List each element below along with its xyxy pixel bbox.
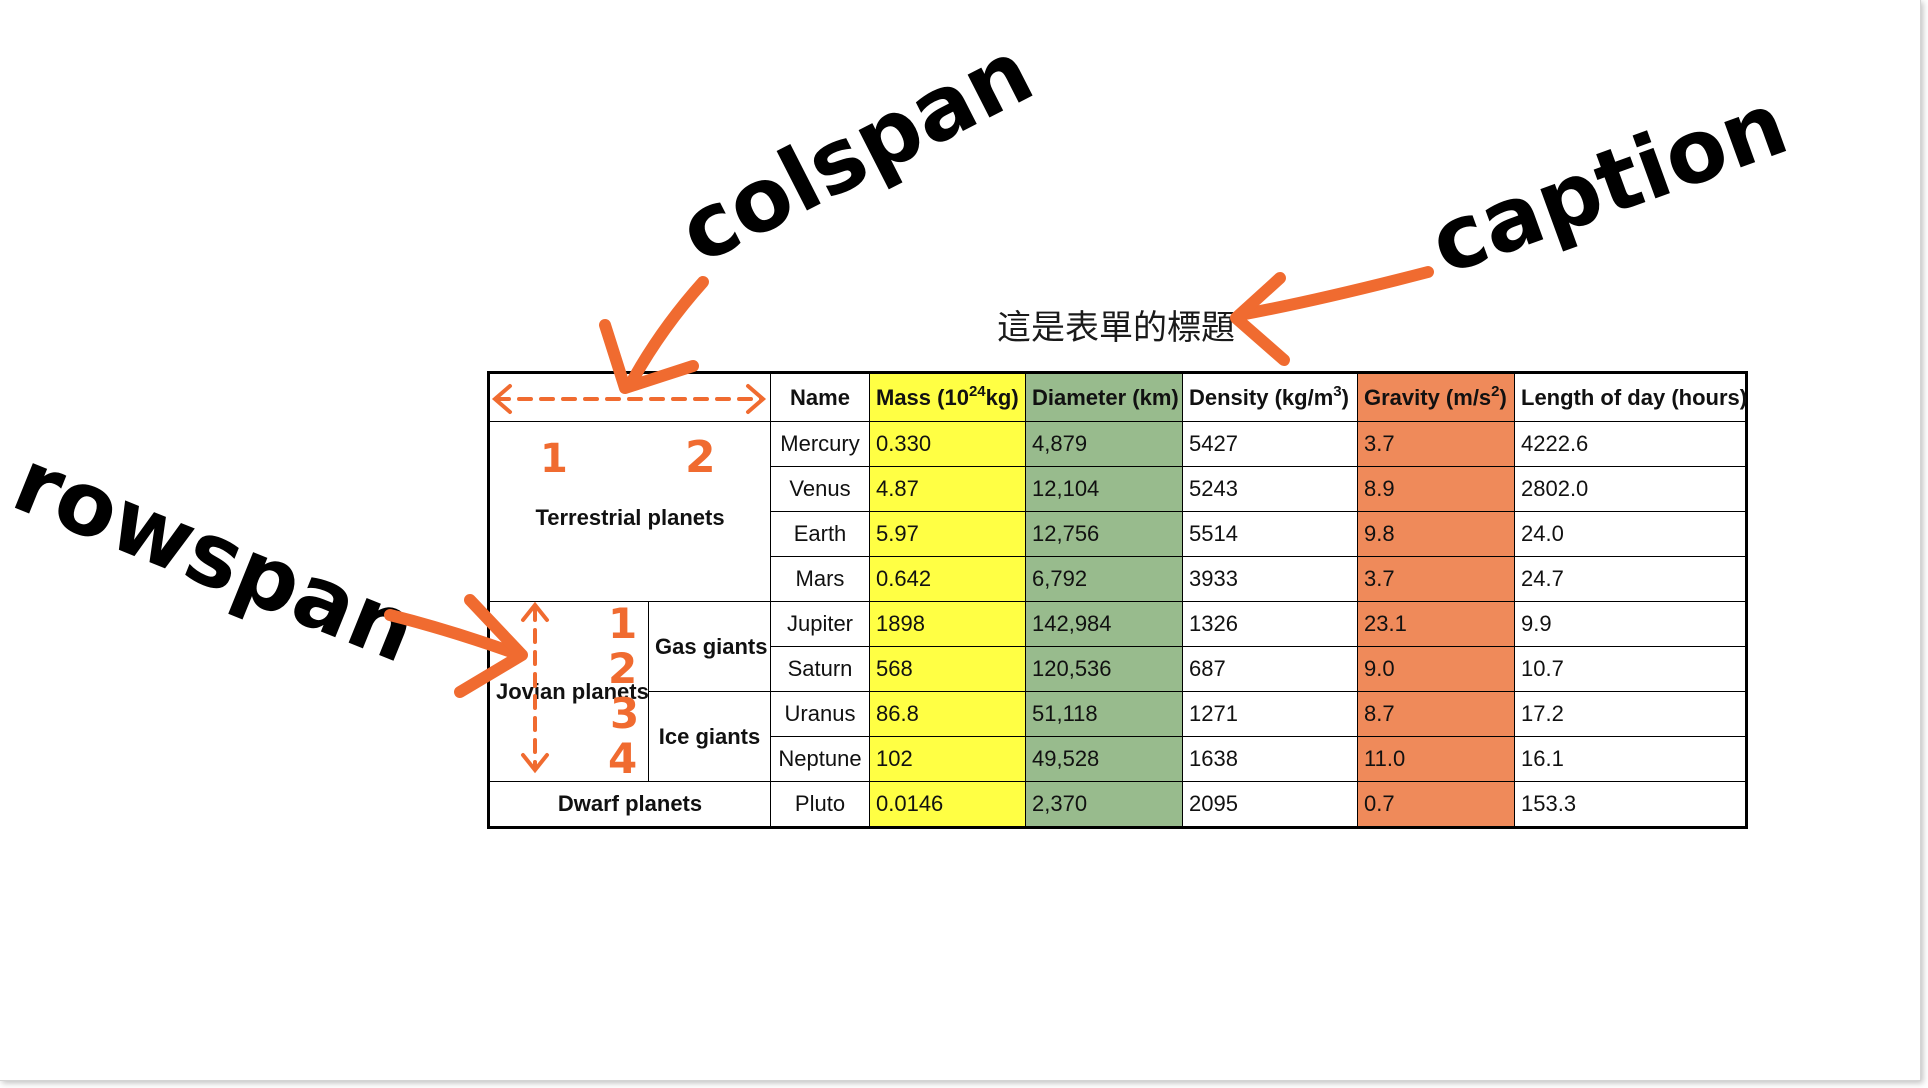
density-cell: 5427	[1182, 421, 1358, 467]
density-cell: 3933	[1182, 556, 1358, 602]
day-cell: 9.9	[1514, 601, 1747, 647]
table-caption: 這是表單的標題	[997, 308, 1235, 348]
planet-name: Jupiter	[770, 601, 870, 647]
gravity-cell: 0.7	[1357, 781, 1515, 828]
mass-cell: 86.8	[869, 691, 1026, 737]
mass-cell: 0.330	[869, 421, 1026, 467]
gravity-cell: 11.0	[1357, 736, 1515, 782]
gravity-cell: 23.1	[1357, 601, 1515, 647]
day-cell: 17.2	[1514, 691, 1747, 737]
header-density-label: Density (kg/m	[1189, 384, 1334, 410]
gravity-cell: 3.7	[1357, 556, 1515, 602]
gravity-cell: 8.7	[1357, 691, 1515, 737]
empty-header-cell	[488, 372, 771, 422]
header-gravity-end: )	[1499, 384, 1507, 410]
planet-name: Venus	[770, 466, 870, 512]
diameter-cell: 4,879	[1025, 421, 1183, 467]
header-density: Density (kg/m3)	[1182, 372, 1358, 422]
diameter-cell: 6,792	[1025, 556, 1183, 602]
mass-cell: 4.87	[869, 466, 1026, 512]
day-cell: 24.7	[1514, 556, 1747, 602]
gravity-cell: 9.8	[1357, 511, 1515, 557]
diameter-cell: 142,984	[1025, 601, 1183, 647]
diameter-cell: 12,104	[1025, 466, 1183, 512]
diameter-cell: 51,118	[1025, 691, 1183, 737]
group-jovian: Jovian planets	[488, 601, 649, 782]
day-cell: 16.1	[1514, 736, 1747, 782]
header-day: Length of day (hours)	[1514, 372, 1748, 422]
day-cell: 24.0	[1514, 511, 1747, 557]
planet-name: Pluto	[770, 781, 870, 828]
diameter-cell: 49,528	[1025, 736, 1183, 782]
header-mass-exponent: 24	[968, 382, 986, 400]
header-name-label: Name	[790, 384, 850, 410]
header-mass-unit: kg)	[985, 384, 1019, 410]
header-gravity-exponent: 2	[1491, 382, 1500, 400]
day-cell: 2802.0	[1514, 466, 1747, 512]
mass-cell: 568	[869, 646, 1026, 692]
mass-cell: 0.642	[869, 556, 1026, 602]
mass-cell: 102	[869, 736, 1026, 782]
density-cell: 5514	[1182, 511, 1358, 557]
gravity-cell: 3.7	[1357, 421, 1515, 467]
planet-name: Uranus	[770, 691, 870, 737]
header-density-exponent: 3	[1333, 382, 1342, 400]
planet-name: Earth	[770, 511, 870, 557]
group-ice-giants: Ice giants	[648, 691, 771, 782]
density-cell: 1326	[1182, 601, 1358, 647]
planet-name: Mercury	[770, 421, 870, 467]
table-row: Dwarf planets Pluto 0.0146 2,370 2095 0.…	[488, 781, 1747, 828]
header-diameter: Diameter (km)	[1025, 372, 1183, 422]
header-diameter-label: Diameter (km)	[1032, 384, 1179, 410]
diameter-cell: 120,536	[1025, 646, 1183, 692]
density-cell: 1638	[1182, 736, 1358, 782]
planet-name: Saturn	[770, 646, 870, 692]
density-cell: 2095	[1182, 781, 1358, 828]
gravity-cell: 9.0	[1357, 646, 1515, 692]
density-cell: 5243	[1182, 466, 1358, 512]
planet-name: Mars	[770, 556, 870, 602]
header-name: Name	[770, 372, 870, 422]
planet-table: Name Mass (1024kg) Diameter (km) Density…	[487, 371, 1748, 829]
slide: 這是表單的標題 Name Mass (1024kg) Diameter (km)…	[0, 0, 1921, 1081]
group-terrestrial: Terrestrial planets	[488, 421, 771, 602]
density-cell: 687	[1182, 646, 1358, 692]
mass-cell: 1898	[869, 601, 1026, 647]
day-cell: 4222.6	[1514, 421, 1747, 467]
diameter-cell: 12,756	[1025, 511, 1183, 557]
header-gravity: Gravity (m/s2)	[1357, 372, 1515, 422]
gravity-cell: 8.9	[1357, 466, 1515, 512]
density-cell: 1271	[1182, 691, 1358, 737]
header-mass-label: Mass (10	[876, 384, 969, 410]
day-cell: 153.3	[1514, 781, 1747, 828]
planet-name: Neptune	[770, 736, 870, 782]
table-row: Ice giants Uranus 86.8 51,118 1271 8.7 1…	[489, 691, 1747, 782]
table-row: Terrestrial planets Mercury 0.330 4,879 …	[488, 421, 1747, 602]
header-day-label: Length of day (hours)	[1521, 384, 1748, 410]
table-row: Jovian planets Gas giants Jupiter 1898 1…	[488, 601, 1747, 782]
mass-cell: 5.97	[869, 511, 1026, 557]
group-gas-giants: Gas giants	[648, 601, 771, 692]
day-cell: 10.7	[1514, 646, 1747, 692]
mass-cell: 0.0146	[869, 781, 1026, 828]
group-dwarf: Dwarf planets	[488, 781, 771, 828]
header-row: Name Mass (1024kg) Diameter (km) Density…	[488, 372, 1748, 422]
header-gravity-label: Gravity (m/s	[1364, 384, 1492, 410]
header-density-end: )	[1341, 384, 1349, 410]
diameter-cell: 2,370	[1025, 781, 1183, 828]
header-mass: Mass (1024kg)	[869, 372, 1026, 422]
